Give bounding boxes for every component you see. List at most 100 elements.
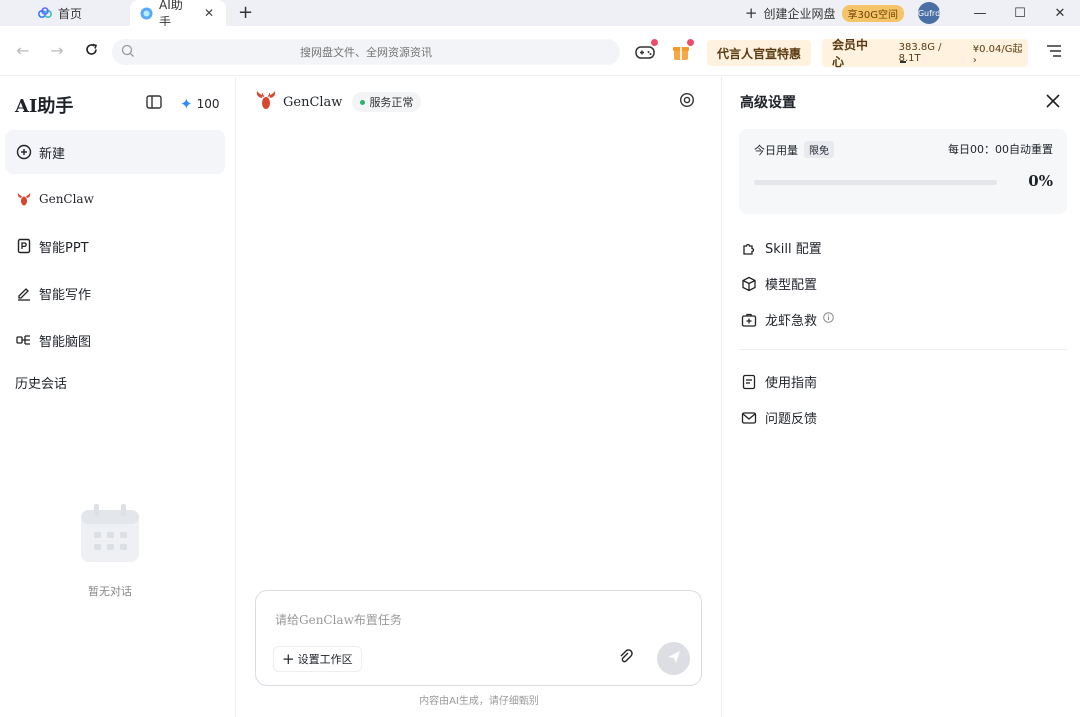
- refresh-icon[interactable]: [74, 41, 108, 60]
- space-badge[interactable]: 享30G空间: [841, 4, 904, 22]
- empty-calendar-icon: [80, 502, 140, 568]
- divider: [739, 349, 1067, 350]
- chat-area: GenClaw 服务正常 请给GenClaw布置任务 + 设置工作区 内容由AI…: [237, 77, 721, 717]
- lobster-rescue-label: 龙虾急救: [765, 314, 818, 329]
- window-close-icon[interactable]: ✕: [1040, 6, 1080, 21]
- status-badge: 服务正常: [352, 92, 422, 112]
- usage-card: 今日用量 限免 每日00：00自动重置 0%: [739, 129, 1067, 214]
- user-guide-item[interactable]: 使用指南: [741, 372, 817, 391]
- search-icon: [121, 44, 135, 62]
- user-guide-label: 使用指南: [765, 376, 818, 391]
- sidebar: AI助手 ✦ 100 新建 GenClaw 智能PPT 智能写作 智能脑图 历史…: [0, 77, 236, 717]
- sidebar-item-label: 智能PPT: [39, 240, 89, 256]
- toolbar: ← → 代言人官宣特惠 会员中心 383.8G / 8.1T ¥0.04/G起 …: [0, 26, 1080, 76]
- tab-ai-assistant[interactable]: AI助手 ✕: [130, 0, 226, 29]
- status-dot: [360, 99, 366, 105]
- member-center-button[interactable]: 会员中心 383.8G / 8.1T ¥0.04/G起 ›: [822, 38, 1028, 69]
- puzzle-icon: [741, 240, 757, 256]
- sidebar-title: AI助手: [15, 96, 74, 117]
- search-bar[interactable]: [112, 39, 620, 65]
- lobster-rescue-item[interactable]: 龙虾急救: [741, 310, 834, 329]
- forward-arrow-icon[interactable]: →: [40, 41, 74, 60]
- tab-home-label: 首页: [58, 6, 83, 21]
- notification-dot: [687, 39, 694, 46]
- sidebar-item-genclaw[interactable]: GenClaw: [5, 177, 225, 221]
- message-input[interactable]: 请给GenClaw布置任务: [275, 611, 402, 628]
- mindmap-icon: [16, 332, 32, 348]
- sidebar-item-ppt[interactable]: 智能PPT: [5, 224, 225, 268]
- gift-icon[interactable]: [670, 39, 694, 63]
- set-workspace-label: 设置工作区: [297, 653, 353, 666]
- search-input[interactable]: [112, 45, 620, 59]
- advanced-settings-panel: 高级设置 今日用量 限免 每日00：00自动重置 0% Skill 配置 模型配…: [721, 77, 1080, 717]
- tab-home[interactable]: 首页: [0, 0, 130, 26]
- storage-usage-bar: [900, 61, 906, 63]
- first-aid-icon: [741, 312, 757, 328]
- attach-icon[interactable]: [618, 649, 634, 669]
- ppt-icon: [16, 238, 32, 254]
- create-enterprise-label: 创建企业网盘: [763, 6, 836, 21]
- sparkle-icon: ✦: [180, 95, 193, 113]
- new-tab-button[interactable]: +: [238, 0, 253, 26]
- usage-label: 今日用量: [754, 143, 798, 157]
- menu-icon[interactable]: [1046, 44, 1062, 62]
- cloud-logo-icon: [38, 7, 52, 19]
- skill-config-item[interactable]: Skill 配置: [741, 238, 822, 257]
- lobster-icon: [16, 191, 32, 207]
- tab-bar: 首页 AI助手 ✕ + + 创建企业网盘 享30G空间 Gufrd — ☐ ✕: [0, 0, 1080, 29]
- usage-percent: 0%: [1028, 172, 1053, 190]
- sidebar-item-label: 新建: [39, 146, 66, 162]
- sidebar-item-label: 智能脑图: [39, 334, 92, 350]
- model-config-item[interactable]: 模型配置: [741, 274, 817, 293]
- sidebar-item-label: 智能写作: [39, 287, 92, 303]
- plus-circle-icon: [16, 144, 32, 160]
- free-badge: 限免: [804, 141, 834, 158]
- set-workspace-button[interactable]: + 设置工作区: [273, 646, 362, 672]
- close-icon[interactable]: [1046, 94, 1060, 112]
- lobster-icon: [255, 89, 277, 115]
- message-composer[interactable]: 请给GenClaw布置任务 + 设置工作区: [255, 590, 702, 686]
- feedback-item[interactable]: 问题反馈: [741, 408, 817, 427]
- settings-icon[interactable]: [679, 92, 695, 112]
- ai-assistant-icon: [140, 7, 153, 20]
- plus-icon: +: [282, 650, 295, 668]
- ai-disclaimer: 内容由AI生成，请仔细甄别: [419, 696, 539, 707]
- agent-name: GenClaw: [283, 94, 343, 110]
- back-arrow-icon[interactable]: ←: [6, 41, 40, 60]
- document-icon: [741, 374, 757, 390]
- send-icon: [666, 649, 682, 669]
- sidebar-item-mindmap[interactable]: 智能脑图: [5, 318, 225, 362]
- empty-state-text: 暂无对话: [88, 585, 132, 598]
- mail-icon: [741, 410, 757, 426]
- maximize-icon[interactable]: ☐: [1000, 6, 1040, 21]
- tab-close-icon[interactable]: ✕: [204, 6, 214, 20]
- plus-icon: +: [744, 4, 758, 22]
- info-icon[interactable]: [823, 312, 834, 327]
- minimize-icon[interactable]: —: [960, 6, 1000, 21]
- status-text: 服务正常: [369, 96, 414, 109]
- avatar-text: Gufrd: [917, 8, 941, 18]
- skill-config-label: Skill 配置: [765, 242, 822, 257]
- promo-button[interactable]: 代言人官宣特惠: [707, 40, 812, 66]
- sidebar-toggle-icon[interactable]: [146, 95, 162, 113]
- feedback-label: 问题反馈: [765, 412, 818, 427]
- credits-display[interactable]: ✦ 100: [180, 95, 219, 113]
- member-price: ¥0.04/G起 ›: [972, 44, 1023, 66]
- reset-text: 每日00：00自动重置: [948, 143, 1053, 156]
- sidebar-item-writing[interactable]: 智能写作: [5, 271, 225, 315]
- notification-dot: [651, 39, 658, 46]
- avatar[interactable]: Gufrd: [918, 2, 940, 24]
- history-heading: 历史会话: [15, 377, 68, 392]
- panel-title: 高级设置: [740, 95, 796, 111]
- model-config-label: 模型配置: [765, 278, 818, 293]
- pen-icon: [16, 285, 32, 301]
- gamepad-icon[interactable]: [634, 39, 658, 63]
- create-enterprise-button[interactable]: + 创建企业网盘: [745, 4, 836, 22]
- chat-header: GenClaw 服务正常: [255, 89, 422, 115]
- sidebar-item-new[interactable]: 新建: [5, 130, 225, 174]
- member-storage: 383.8G / 8.1T: [898, 42, 942, 64]
- credits-count: 100: [196, 97, 220, 111]
- member-title: 会员中心: [832, 38, 869, 69]
- usage-progress-bar: [754, 180, 997, 185]
- send-button[interactable]: [657, 642, 690, 675]
